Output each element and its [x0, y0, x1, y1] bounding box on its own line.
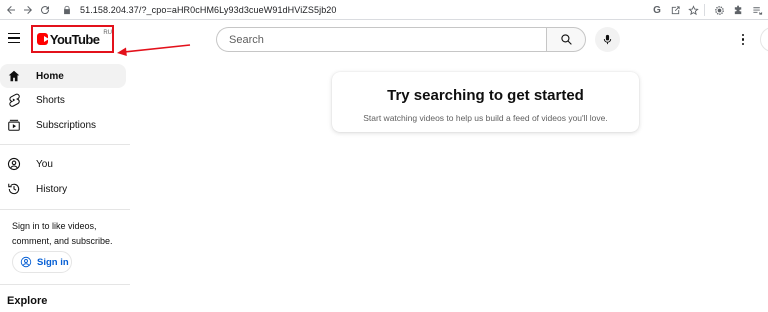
- menu-line: [8, 37, 20, 39]
- search-icon: [560, 34, 572, 45]
- sidebar-item-you[interactable]: You: [0, 152, 126, 176]
- empty-feed-card: Try searching to get started Start watch…: [332, 72, 639, 132]
- sidebar-divider: [0, 144, 130, 145]
- sidebar-item-shorts[interactable]: Shorts: [0, 88, 126, 112]
- sidebar-divider: [0, 284, 130, 285]
- back-icon[interactable]: [4, 3, 18, 17]
- region-code: RU: [103, 30, 112, 36]
- youtube-play-icon: [37, 33, 49, 45]
- sidebar-item-label: Subscriptions: [36, 119, 97, 131]
- signin-button-label: Sign in: [37, 256, 69, 268]
- search-input[interactable]: [216, 27, 546, 52]
- microphone-icon: [603, 34, 612, 45]
- kebab-dot: [741, 42, 745, 46]
- sidebar-signin-button[interactable]: Sign in: [12, 251, 72, 273]
- sidebar-item-label: You: [36, 158, 53, 170]
- kebab-dot: [741, 33, 745, 37]
- browser-toolbar: 51.158.204.37/?_cpo=aHR0cHM6Ly93d3cueW91…: [0, 0, 768, 20]
- menu-line: [8, 41, 20, 44]
- annotation-arrow: [117, 44, 191, 56]
- voice-search-button[interactable]: [595, 27, 620, 52]
- sidebar-item-label: History: [36, 183, 68, 195]
- reload-icon[interactable]: [38, 3, 52, 17]
- sidebar-divider: [0, 209, 130, 210]
- settings-menu-button[interactable]: [736, 31, 750, 48]
- toolbar-divider: [704, 4, 705, 16]
- signin-prompt: Sign in to like videos, comment, and sub…: [12, 221, 113, 246]
- address-bar[interactable]: 51.158.204.37/?_cpo=aHR0cHM6Ly93d3cueW91…: [62, 2, 702, 18]
- masthead: YouTube RU: [0, 20, 768, 58]
- search-button[interactable]: [546, 27, 586, 52]
- home-icon: [7, 69, 21, 83]
- sidebar-item-subscriptions[interactable]: Subscriptions: [0, 113, 126, 137]
- forward-icon[interactable]: [21, 3, 35, 17]
- guide-menu-button[interactable]: [6, 29, 24, 47]
- extension-settings-icon[interactable]: [712, 3, 726, 17]
- logo-text: YouTube: [49, 31, 100, 47]
- star-icon[interactable]: [686, 3, 700, 17]
- shorts-icon: [7, 93, 21, 107]
- guide-sidebar: Home Shorts Subscriptions You History Si…: [0, 58, 132, 312]
- youtube-logo[interactable]: YouTube RU: [31, 25, 114, 53]
- sidebar-item-label: Home: [36, 70, 64, 82]
- explore-heading: Explore: [7, 295, 48, 307]
- search-bar: [216, 27, 586, 52]
- subscriptions-icon: [7, 118, 21, 132]
- account-icon: [20, 256, 32, 268]
- empty-feed-title: Try searching to get started: [387, 87, 584, 104]
- sidebar-item-history[interactable]: History: [0, 177, 126, 201]
- empty-feed-subtitle: Start watching videos to help us build a…: [363, 113, 608, 123]
- share-icon[interactable]: [668, 3, 682, 17]
- puzzle-icon[interactable]: [731, 3, 745, 17]
- kebab-dot: [741, 38, 745, 41]
- history-icon: [7, 182, 21, 196]
- menu-line: [8, 32, 20, 35]
- sidebar-item-home[interactable]: Home: [0, 64, 126, 88]
- reading-list-icon[interactable]: [750, 3, 764, 17]
- google-icon[interactable]: G: [650, 3, 664, 17]
- masthead-signin-button[interactable]: [760, 27, 768, 52]
- url-text: 51.158.204.37/?_cpo=aHR0cHM6Ly93d3cueW91…: [80, 5, 337, 15]
- you-icon: [7, 157, 21, 171]
- lock-icon[interactable]: [62, 5, 72, 15]
- sidebar-item-label: Shorts: [36, 94, 65, 106]
